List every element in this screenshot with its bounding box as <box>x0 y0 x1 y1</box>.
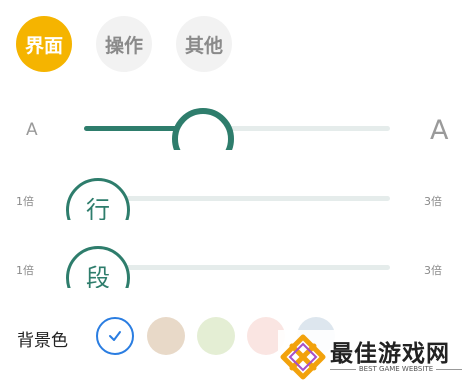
watermark-subtitle: BEST GAME WEBSITE <box>358 365 434 373</box>
line-spacing-thumb[interactable]: 行 <box>66 178 130 220</box>
checkmark-icon <box>109 331 121 341</box>
tab-operation[interactable]: 操作 <box>96 16 152 72</box>
background-color-label: 背景色 <box>17 331 68 351</box>
font-size-small-label: A <box>26 120 38 140</box>
paragraph-spacing-max-label: 3倍 <box>424 264 442 277</box>
watermark-title: 最佳游戏网 <box>330 341 450 367</box>
watermark: 最佳游戏网 BEST GAME WEBSITE <box>278 330 467 381</box>
swatch-white[interactable] <box>96 317 134 355</box>
font-size-large-label: A <box>430 115 449 146</box>
paragraph-spacing-min-label: 1倍 <box>16 264 34 277</box>
line-spacing-max-label: 3倍 <box>424 195 442 208</box>
line-spacing-thumb-char: 行 <box>86 196 110 220</box>
line-spacing-track[interactable] <box>96 196 390 201</box>
paragraph-spacing-track[interactable] <box>96 265 390 270</box>
paragraph-spacing-thumb[interactable]: 段 <box>66 246 130 288</box>
tab-interface[interactable]: 界面 <box>16 16 72 72</box>
line-spacing-min-label: 1倍 <box>16 195 34 208</box>
swatch-beige[interactable] <box>147 317 185 355</box>
font-size-thumb[interactable] <box>172 108 234 150</box>
watermark-subtitle-row: BEST GAME WEBSITE <box>330 365 462 373</box>
swatch-green[interactable] <box>197 317 235 355</box>
tab-other[interactable]: 其他 <box>176 16 232 72</box>
paragraph-spacing-thumb-char: 段 <box>86 264 110 288</box>
watermark-logo-icon <box>280 334 326 380</box>
